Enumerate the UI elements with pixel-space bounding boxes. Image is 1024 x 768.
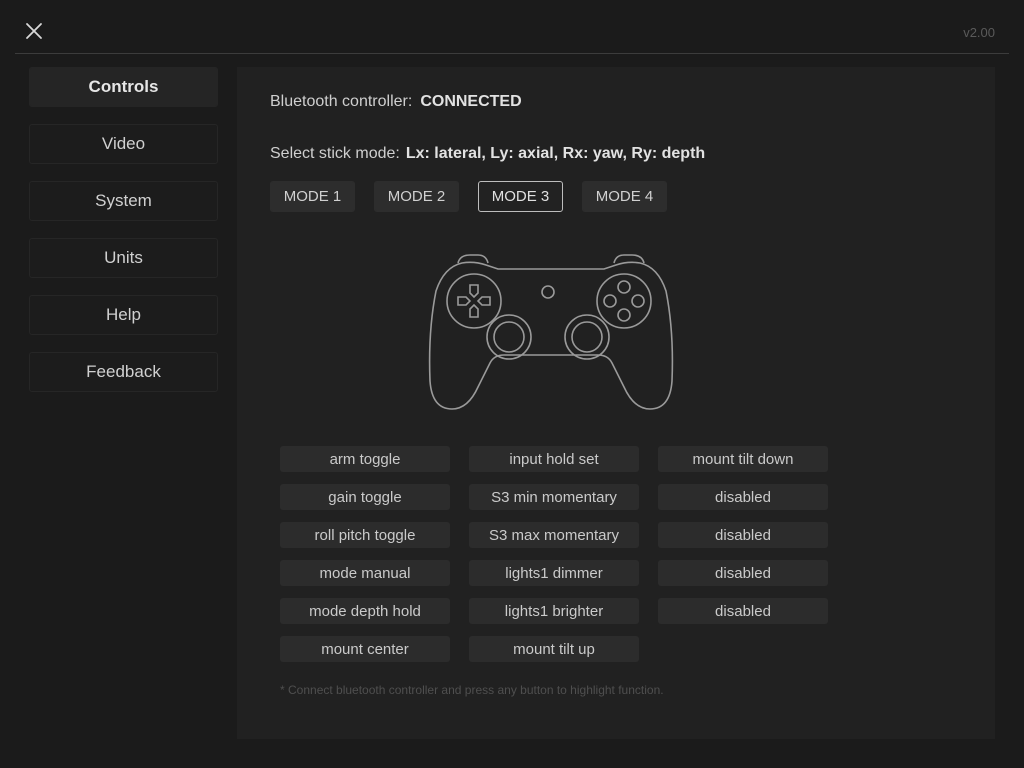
function-mount-center: mount center [280, 636, 450, 662]
function-disabled: disabled [658, 598, 828, 624]
function-disabled: disabled [658, 484, 828, 510]
function-disabled: disabled [658, 522, 828, 548]
function-lights1-dimmer: lights1 dimmer [469, 560, 639, 586]
function-gain-toggle: gain toggle [280, 484, 450, 510]
function-lights1-brighter: lights1 brighter [469, 598, 639, 624]
sidebar-item-video[interactable]: Video [29, 124, 218, 164]
function-grid: arm toggle input hold set mount tilt dow… [280, 446, 828, 662]
function-disabled: disabled [658, 560, 828, 586]
function-mount-tilt-up: mount tilt up [469, 636, 639, 662]
footnote: * Connect bluetooth controller and press… [280, 683, 664, 697]
stick-mode-label: Select stick mode: [270, 145, 400, 162]
function-mode-depth-hold: mode depth hold [280, 598, 450, 624]
function-s3-max-momentary: S3 max momentary [469, 522, 639, 548]
gamepad-icon [428, 254, 674, 410]
sidebar-item-help[interactable]: Help [29, 295, 218, 335]
mode-button-group: MODE 1 MODE 2 MODE 3 MODE 4 [270, 181, 667, 212]
stick-mode-row: Select stick mode: Lx: lateral, Ly: axial… [270, 145, 705, 163]
controls-panel: Bluetooth controller: CONNECTED Select st… [237, 67, 995, 739]
mode-2-button[interactable]: MODE 2 [374, 181, 459, 212]
function-mount-tilt-down: mount tilt down [658, 446, 828, 472]
bluetooth-label: Bluetooth controller: [270, 93, 413, 110]
mode-4-button[interactable]: MODE 4 [582, 181, 667, 212]
sidebar-item-controls[interactable]: Controls [29, 67, 218, 107]
bluetooth-status: CONNECTED [420, 93, 522, 110]
close-button[interactable] [22, 19, 46, 43]
bluetooth-row: Bluetooth controller: CONNECTED [270, 93, 522, 111]
function-input-hold-set: input hold set [469, 446, 639, 472]
header-divider [15, 53, 1009, 54]
mode-1-button[interactable]: MODE 1 [270, 181, 355, 212]
function-arm-toggle: arm toggle [280, 446, 450, 472]
stick-mode-description: Lx: lateral, Ly: axial, Rx: yaw, Ry: dep… [405, 145, 706, 162]
sidebar-item-units[interactable]: Units [29, 238, 218, 278]
sidebar-item-feedback[interactable]: Feedback [29, 352, 218, 392]
version-label: v2.00 [963, 25, 995, 40]
mode-3-button[interactable]: MODE 3 [478, 181, 563, 212]
function-roll-pitch-toggle: roll pitch toggle [280, 522, 450, 548]
function-s3-min-momentary: S3 min momentary [469, 484, 639, 510]
sidebar: Controls Video System Units Help Feedbac… [29, 67, 218, 409]
function-mode-manual: mode manual [280, 560, 450, 586]
sidebar-item-system[interactable]: System [29, 181, 218, 221]
close-icon [26, 23, 42, 39]
